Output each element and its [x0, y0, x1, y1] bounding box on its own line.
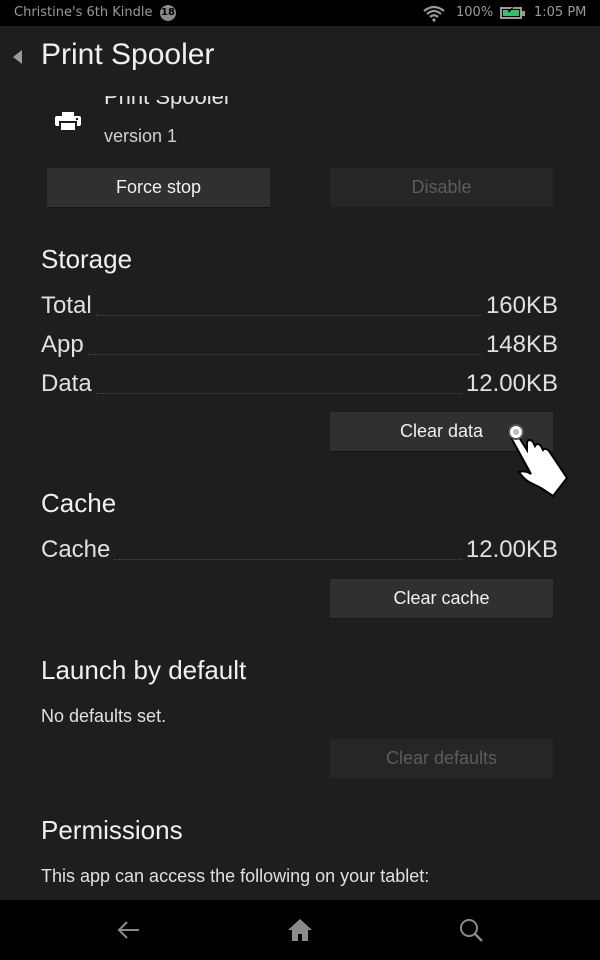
- storage-value: 12.00KB: [465, 370, 558, 397]
- disable-button[interactable]: Disable: [330, 168, 553, 207]
- clock: 1:05 PM: [534, 5, 587, 20]
- storage-label: Data: [41, 370, 92, 397]
- dotted-leader: [95, 315, 482, 316]
- dotted-leader: [114, 559, 462, 560]
- battery-charging-icon: ✔: [500, 6, 525, 19]
- storage-label: App: [41, 331, 84, 358]
- storage-value: 160KB: [485, 292, 558, 319]
- clear-data-button[interactable]: Clear data: [330, 412, 553, 451]
- device-name: Christine's 6th Kindle: [14, 5, 153, 20]
- home-icon[interactable]: [285, 915, 315, 945]
- notification-count-badge[interactable]: 18: [160, 5, 176, 21]
- battery-percent: 100%: [456, 5, 494, 20]
- dotted-leader: [87, 354, 482, 355]
- app-bar: Print Spooler: [0, 26, 600, 90]
- no-defaults-text: No defaults set.: [41, 706, 167, 726]
- back-triangle-icon[interactable]: [13, 50, 22, 64]
- wifi-icon: [422, 4, 446, 26]
- dotted-leader: [95, 393, 462, 394]
- permissions-section-title: Permissions: [41, 815, 183, 845]
- search-icon[interactable]: [456, 915, 486, 945]
- cache-section-title: Cache: [41, 488, 117, 518]
- cache-value: 12.00KB: [465, 536, 558, 563]
- storage-row-app: App 148KB: [41, 331, 558, 359]
- app-info-content[interactable]: Print Spooler version 1 Force stop Disab…: [0, 90, 600, 900]
- force-stop-button[interactable]: Force stop: [47, 168, 270, 207]
- storage-section-title: Storage: [41, 244, 133, 274]
- page-title: Print Spooler: [41, 38, 215, 71]
- storage-row-total: Total 160KB: [41, 292, 558, 320]
- app-name: Print Spooler: [104, 90, 232, 109]
- navigation-bar: [0, 900, 600, 960]
- clear-defaults-button[interactable]: Clear defaults: [330, 739, 553, 778]
- storage-row-data: Data 12.00KB: [41, 370, 558, 398]
- back-arrow-icon[interactable]: [114, 915, 144, 945]
- permissions-description: This app can access the following on you…: [41, 866, 430, 886]
- storage-label: Total: [41, 292, 92, 319]
- cache-label: Cache: [41, 536, 111, 563]
- clear-cache-button[interactable]: Clear cache: [330, 579, 553, 618]
- app-header: Print Spooler version 1: [0, 90, 600, 152]
- launch-default-section-title: Launch by default: [41, 655, 247, 685]
- app-version: version 1: [104, 126, 178, 146]
- status-bar: Christine's 6th Kindle 18 100% ✔ 1:05 PM: [0, 0, 600, 26]
- cache-row: Cache 12.00KB: [41, 536, 558, 564]
- printer-icon: [55, 112, 81, 136]
- storage-value: 148KB: [485, 331, 558, 358]
